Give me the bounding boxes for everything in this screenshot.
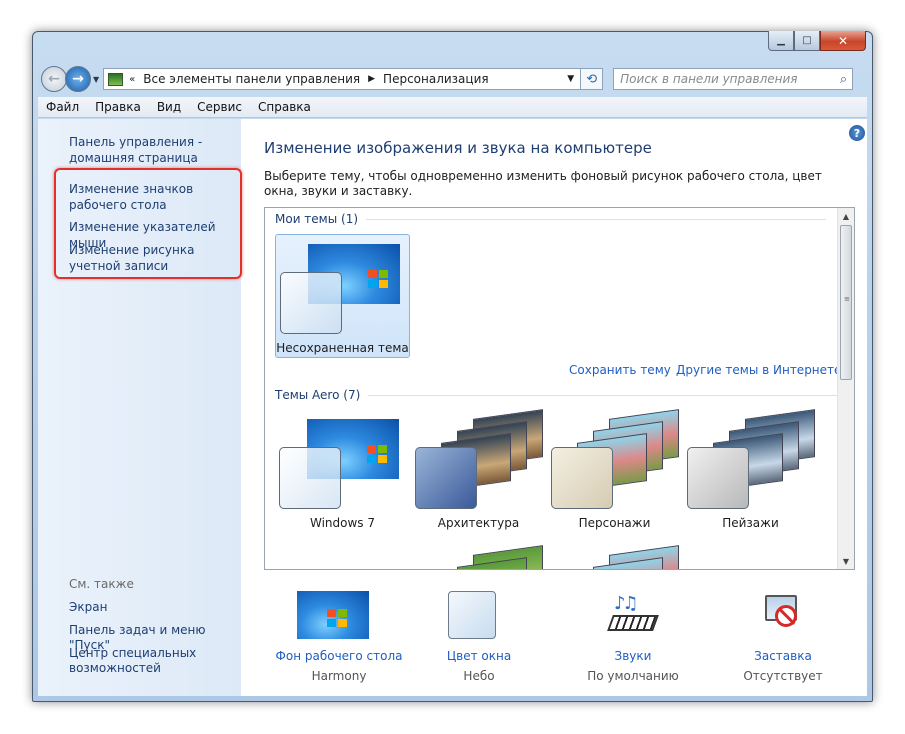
theme-landscapes[interactable]: Пейзажи: [683, 409, 818, 530]
save-theme-link[interactable]: Сохранить тему: [569, 363, 671, 377]
caption-buttons: ▁ □ ✕: [768, 31, 866, 51]
see-also-heading: См. также: [69, 577, 134, 591]
group-divider: [366, 218, 827, 220]
refresh-icon: ⟲: [586, 71, 598, 87]
breadcrumb-arrow-icon[interactable]: ▶: [368, 74, 375, 84]
content-area: Панель управления - домашняя страница Из…: [38, 119, 867, 696]
window-color-value: Небо: [463, 669, 495, 683]
sidebar-link-desktop-icons[interactable]: Изменение значков рабочего стола: [69, 181, 239, 213]
see-also-ease-of-access[interactable]: Центр специальных возможностей: [69, 646, 239, 676]
window-color-icon: [448, 591, 496, 639]
screensaver-link[interactable]: Заставка: [708, 649, 858, 663]
theme-color-swatch: [687, 447, 749, 509]
close-button[interactable]: ✕: [820, 31, 866, 51]
desktop-background-value: Harmony: [311, 669, 367, 683]
sounds-link[interactable]: Звуки: [558, 649, 708, 663]
menu-help[interactable]: Справка: [258, 100, 311, 114]
menu-bar: Файл Правка Вид Сервис Справка: [38, 97, 867, 118]
theme-next-row[interactable]: [547, 542, 682, 569]
breadcrumb-all-items[interactable]: Все элементы панели управления: [143, 72, 360, 86]
theme-label: Архитектура: [437, 516, 520, 530]
breadcrumb-overflow[interactable]: «: [129, 74, 135, 85]
window-color-link[interactable]: Цвет окна: [404, 649, 554, 663]
navigation-bar: ← → ▼ « Все элементы панели управления ▶…: [41, 65, 864, 93]
windows-logo-icon: [368, 270, 388, 288]
close-icon: ✕: [837, 33, 849, 48]
screensaver-icon: [763, 591, 803, 635]
sidebar-link-account-picture[interactable]: Изменение рисунка учетной записи: [69, 242, 239, 274]
group-header-my-themes[interactable]: Мои темы (1): [275, 212, 827, 226]
theme-next-row[interactable]: [411, 542, 546, 569]
theme-characters[interactable]: Персонажи: [547, 409, 682, 530]
screensaver-value: Отсутствует: [743, 669, 823, 683]
sidebar: Панель управления - домашняя страница Из…: [38, 119, 242, 696]
theme-label: Персонажи: [578, 516, 651, 530]
theme-list: Мои темы (1) Несохраненная тема Сохранит…: [264, 207, 855, 570]
group-divider: [368, 394, 839, 396]
explorer-window: ▁ □ ✕ ← → ▼ « Все элементы панели управл…: [32, 31, 873, 702]
music-notes-icon: ♪♫: [614, 593, 639, 614]
address-bar[interactable]: « Все элементы панели управления ▶ Персо…: [103, 68, 582, 90]
search-icon[interactable]: ⌕: [840, 72, 847, 87]
menu-tools[interactable]: Сервис: [197, 100, 242, 114]
search-placeholder: Поиск в панели управления: [620, 72, 798, 86]
theme-color-swatch: [551, 447, 613, 509]
help-icon[interactable]: ?: [849, 125, 865, 141]
theme-list-scrollbar[interactable]: ▲ ≡ ▼: [837, 208, 854, 569]
keyboard-icon: [607, 615, 659, 631]
windows-logo-icon: [367, 445, 387, 463]
desktop-background-link[interactable]: Фон рабочего стола: [264, 649, 414, 663]
see-also-display[interactable]: Экран: [69, 600, 239, 615]
group-header-my-themes-label: Мои темы (1): [275, 212, 359, 226]
forward-button[interactable]: →: [65, 66, 91, 92]
group-header-aero-label: Темы Aero (7): [275, 388, 361, 402]
minimize-icon: ▁: [777, 35, 785, 46]
sounds-icon: ♪♫: [606, 593, 662, 637]
menu-view[interactable]: Вид: [157, 100, 181, 114]
theme-color-swatch: [280, 272, 342, 334]
theme-unsaved[interactable]: Несохраненная тема: [275, 234, 410, 358]
back-button[interactable]: ←: [41, 66, 67, 92]
windows-logo-icon: [327, 609, 347, 627]
no-symbol-icon: [775, 605, 797, 627]
scroll-up-icon[interactable]: ▲: [838, 208, 854, 224]
breadcrumb-personalization[interactable]: Персонализация: [383, 72, 489, 86]
sidebar-link-home[interactable]: Панель управления - домашняя страница: [69, 134, 219, 166]
theme-color-swatch: [279, 447, 341, 509]
menu-edit[interactable]: Правка: [95, 100, 141, 114]
desktop-background-icon: [297, 591, 369, 639]
control-panel-icon: [108, 72, 124, 86]
minimize-button[interactable]: ▁: [768, 31, 794, 51]
sounds-value: По умолчанию: [587, 669, 679, 683]
theme-color-swatch: [415, 447, 477, 509]
theme-label: Несохраненная тема: [276, 341, 409, 355]
address-dropdown-icon[interactable]: ▼: [567, 74, 574, 84]
recent-pages-dropdown[interactable]: ▼: [93, 75, 99, 84]
page-description: Выберите тему, чтобы одновременно измени…: [264, 169, 822, 198]
search-input[interactable]: Поиск в панели управления ⌕: [613, 68, 854, 90]
menu-file[interactable]: Файл: [46, 100, 79, 114]
scroll-down-icon[interactable]: ▼: [838, 553, 854, 569]
forward-arrow-icon: →: [72, 71, 84, 87]
maximize-icon: □: [802, 35, 812, 46]
refresh-button[interactable]: ⟲: [581, 68, 604, 90]
maximize-button[interactable]: □: [794, 31, 820, 51]
online-themes-link[interactable]: Другие темы в Интернете: [676, 363, 841, 377]
scroll-thumb[interactable]: ≡: [840, 225, 852, 380]
theme-label: Пейзажи: [722, 516, 779, 530]
page-title: Изменение изображения и звука на компьют…: [264, 139, 652, 157]
back-arrow-icon: ←: [48, 71, 60, 87]
theme-architecture[interactable]: Архитектура: [411, 409, 546, 530]
group-header-aero[interactable]: Темы Aero (7): [275, 388, 839, 402]
theme-label: Windows 7: [309, 516, 375, 530]
theme-windows7[interactable]: Windows 7: [275, 410, 410, 530]
